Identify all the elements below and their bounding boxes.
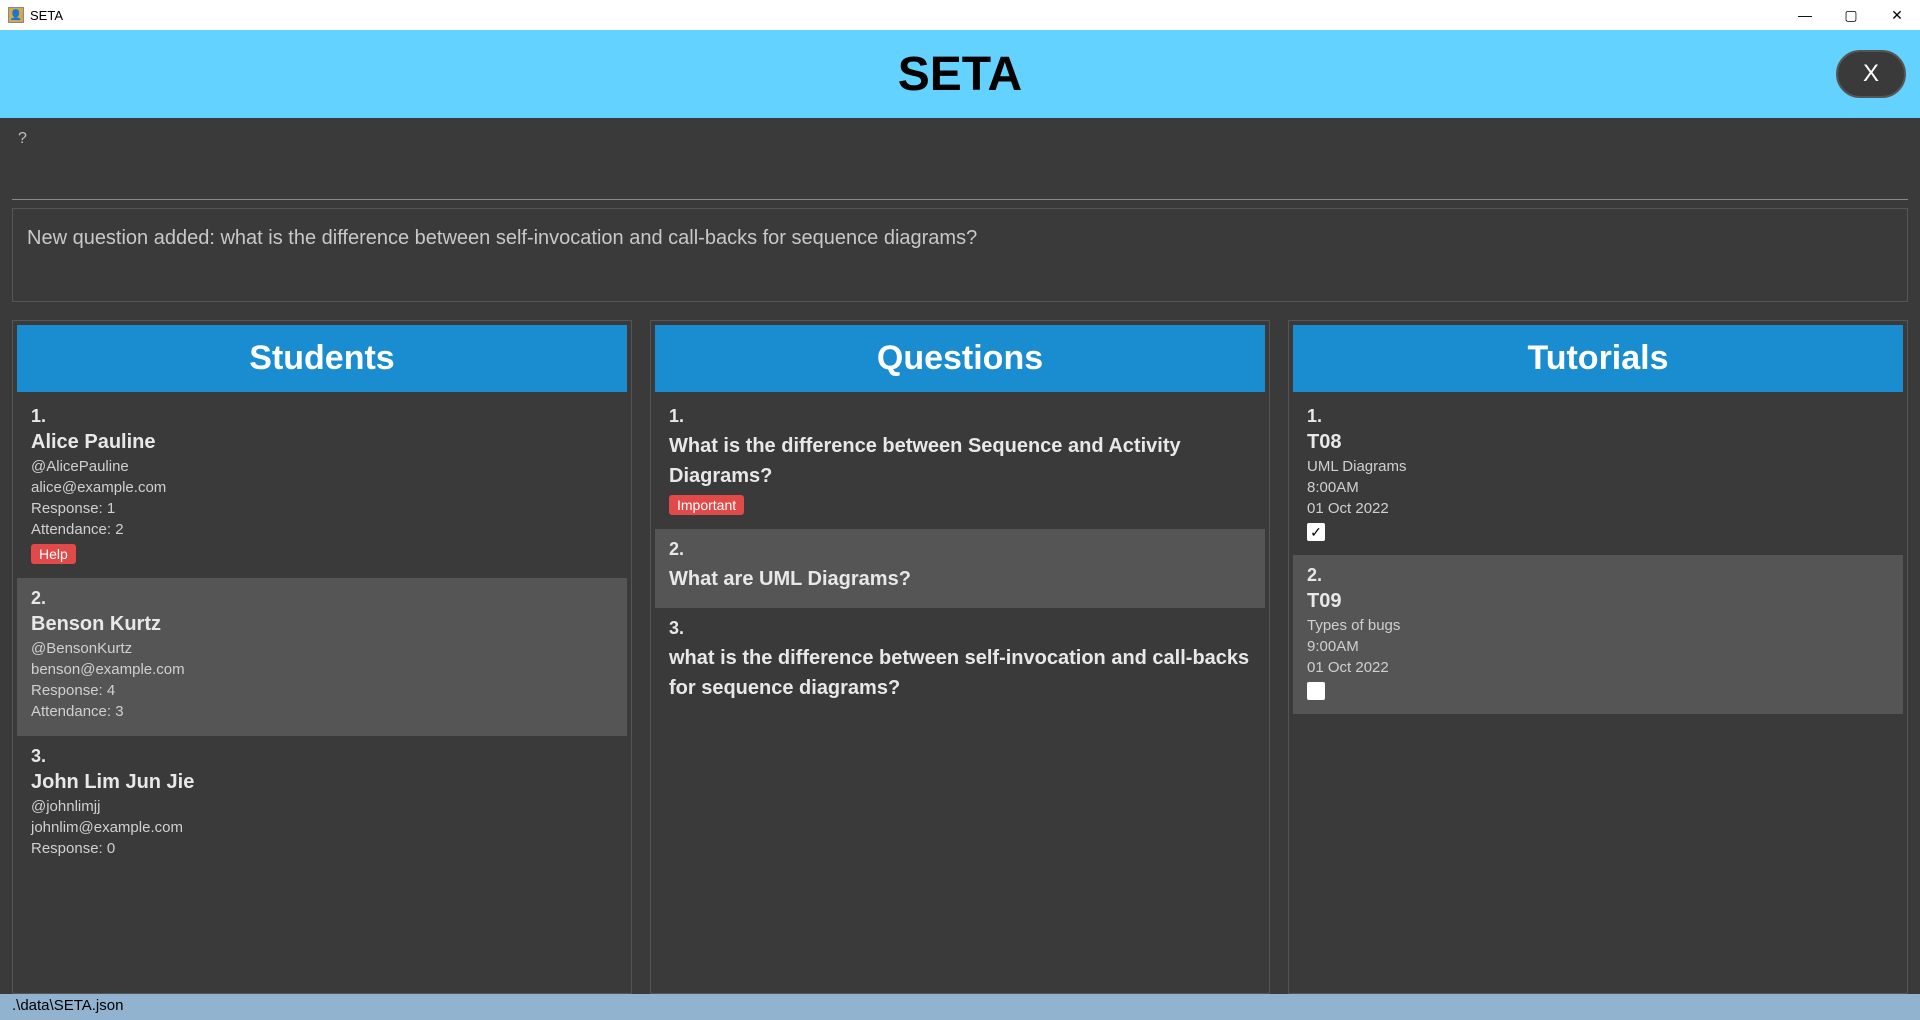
titlebar: 👤 SETA — ▢ ✕ <box>0 0 1920 30</box>
student-handle: @johnlimjj <box>31 796 613 817</box>
student-name: Benson Kurtz <box>31 613 613 636</box>
window-title: SETA <box>30 8 63 23</box>
student-email: johnlim@example.com <box>31 817 613 838</box>
item-index: 1. <box>31 406 613 427</box>
command-input[interactable] <box>12 152 1908 200</box>
student-handle: @BensonKurtz <box>31 638 613 659</box>
tutorial-checkbox[interactable] <box>1307 682 1325 700</box>
tutorial-date: 01 Oct 2022 <box>1307 657 1889 678</box>
tutorials-list[interactable]: 1.T08UML Diagrams8:00AM01 Oct 2022✓2.T09… <box>1289 396 1907 993</box>
app-icon: 👤 <box>8 7 24 23</box>
question-text: what is the difference between self-invo… <box>669 643 1251 703</box>
student-item[interactable]: 3. John Lim Jun Jie@johnlimjjjohnlim@exam… <box>17 736 627 873</box>
item-index: 2. <box>669 539 1251 560</box>
question-item[interactable]: 2. What are UML Diagrams? <box>655 529 1265 608</box>
questions-column: Questions 1. What is the difference betwe… <box>650 320 1270 994</box>
help-icon[interactable]: ? <box>12 126 1908 152</box>
questions-header: Questions <box>655 325 1265 392</box>
tutorials-column: Tutorials 1.T08UML Diagrams8:00AM01 Oct … <box>1288 320 1908 994</box>
tutorial-item[interactable]: 1. T08UML Diagrams8:00AM01 Oct 2022 ✓ <box>1293 396 1903 555</box>
app-title: SETA <box>898 47 1022 102</box>
item-index: 1. <box>1307 406 1889 427</box>
student-name: Alice Pauline <box>31 431 613 454</box>
question-item[interactable]: 1. What is the difference between Sequenc… <box>655 396 1265 529</box>
item-index: 3. <box>31 746 613 767</box>
tutorial-time: 9:00AM <box>1307 636 1889 657</box>
tutorial-item[interactable]: 2. T09Types of bugs9:00AM01 Oct 2022 <box>1293 555 1903 714</box>
students-list[interactable]: 1. Alice Pauline@AlicePaulinealice@exampl… <box>13 396 631 993</box>
tutorial-time: 8:00AM <box>1307 477 1889 498</box>
close-window-button[interactable]: ✕ <box>1874 0 1920 30</box>
student-item[interactable]: 2. Benson Kurtz@BensonKurtzbenson@example… <box>17 578 627 736</box>
student-item[interactable]: 1. Alice Pauline@AlicePaulinealice@exampl… <box>17 396 627 578</box>
students-header: Students <box>17 325 627 392</box>
students-column: Students 1. Alice Pauline@AlicePaulineali… <box>12 320 632 994</box>
question-tag: Important <box>669 495 744 515</box>
student-response: Response: 4 <box>31 680 613 701</box>
minimize-button[interactable]: — <box>1782 0 1828 30</box>
app-close-button[interactable]: X <box>1836 50 1906 98</box>
tutorial-topic: UML Diagrams <box>1307 456 1889 477</box>
student-attendance: Attendance: 2 <box>31 519 613 540</box>
content-area: ? New question added: what is the differ… <box>0 118 1920 994</box>
student-response: Response: 1 <box>31 498 613 519</box>
question-text: What is the difference between Sequence … <box>669 431 1251 491</box>
item-index: 2. <box>1307 565 1889 586</box>
item-index: 1. <box>669 406 1251 427</box>
questions-list[interactable]: 1. What is the difference between Sequenc… <box>651 396 1269 993</box>
student-email: benson@example.com <box>31 659 613 680</box>
student-email: alice@example.com <box>31 477 613 498</box>
footer-path: .\data\SETA.json <box>0 994 1920 1020</box>
student-tag: Help <box>31 544 76 564</box>
tutorial-code: T09 <box>1307 590 1889 613</box>
student-name: John Lim Jun Jie <box>31 771 613 794</box>
item-index: 3. <box>669 618 1251 639</box>
question-item[interactable]: 3. what is the difference between self-in… <box>655 608 1265 717</box>
window-controls: — ▢ ✕ <box>1782 0 1920 30</box>
columns-container: Students 1. Alice Pauline@AlicePaulineali… <box>12 320 1908 994</box>
student-attendance: Attendance: 3 <box>31 701 613 722</box>
tutorial-checkbox[interactable]: ✓ <box>1307 523 1325 541</box>
result-message: New question added: what is the differen… <box>12 208 1908 302</box>
tutorials-header: Tutorials <box>1293 325 1903 392</box>
tutorial-code: T08 <box>1307 431 1889 454</box>
question-text: What are UML Diagrams? <box>669 564 1251 594</box>
student-response: Response: 0 <box>31 838 613 859</box>
tutorial-topic: Types of bugs <box>1307 615 1889 636</box>
tutorial-date: 01 Oct 2022 <box>1307 498 1889 519</box>
student-handle: @AlicePauline <box>31 456 613 477</box>
item-index: 2. <box>31 588 613 609</box>
maximize-button[interactable]: ▢ <box>1828 0 1874 30</box>
header-banner: SETA X <box>0 30 1920 118</box>
